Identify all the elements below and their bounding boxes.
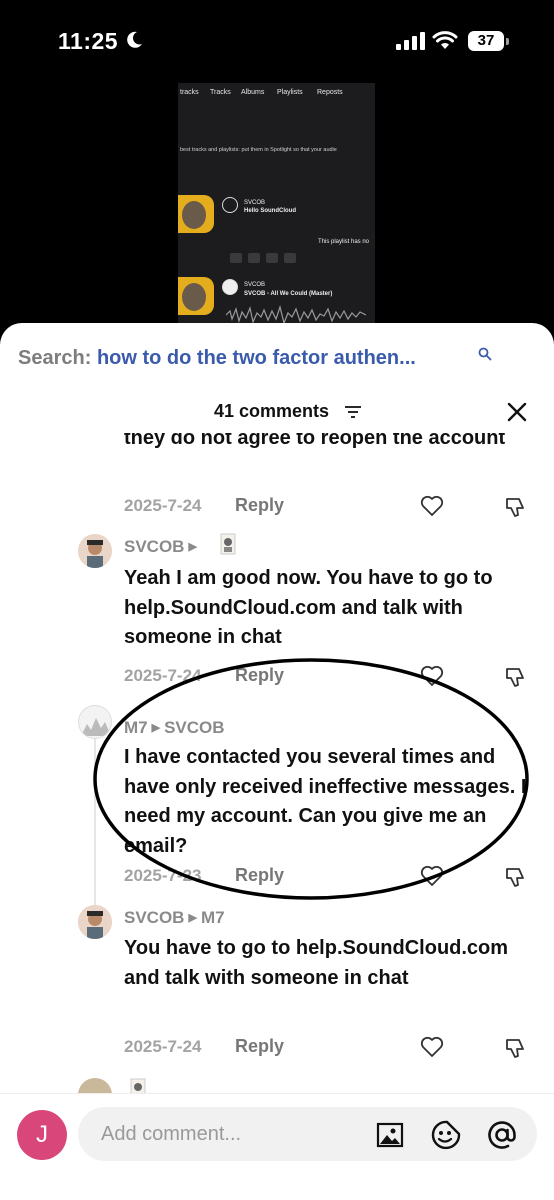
sticker-icon — [220, 533, 236, 555]
clock: 11:25 — [58, 28, 119, 54]
avatar[interactable] — [78, 905, 112, 939]
dislike-icon[interactable] — [504, 1036, 528, 1060]
filter-icon[interactable] — [344, 405, 362, 419]
reply-button[interactable]: Reply — [235, 495, 284, 516]
video-tab: Tracks — [210, 89, 231, 96]
comment-input[interactable] — [78, 1107, 537, 1161]
track-status-icon — [222, 197, 238, 213]
avatar[interactable] — [78, 1078, 112, 1093]
track-user: SVCOB — [244, 282, 266, 288]
share-icon — [266, 253, 278, 263]
comments-count: 41 comments — [214, 401, 330, 421]
track-artwork — [178, 277, 214, 315]
playlist-note: This playlist has no — [318, 239, 370, 245]
wifi-icon — [432, 31, 458, 49]
heart-icon[interactable] — [420, 1036, 444, 1058]
comment-text: Yeah I am good now. You have to go to he… — [124, 567, 493, 648]
mention-icon[interactable] — [486, 1119, 518, 1151]
search-icon[interactable] — [478, 347, 492, 361]
video-tab: Albums — [241, 89, 265, 96]
reply-button[interactable]: Reply — [235, 1036, 284, 1057]
track-title: SVCOB - All We Could (Master) — [244, 291, 333, 297]
username[interactable]: SVCOB — [124, 908, 184, 927]
comment-text: they do not agree to reopen the account — [124, 433, 506, 449]
track-user: SVCOB — [244, 200, 266, 206]
play-icon — [222, 279, 238, 295]
image-icon[interactable] — [376, 1122, 404, 1148]
signal-icon — [396, 32, 425, 50]
video-thumbnail[interactable]: tracks Tracks Albums Playlists Reposts b… — [178, 83, 375, 328]
video-tabs: tracks Tracks Albums Playlists Reposts — [178, 89, 375, 103]
status-bar: 11:25 37 — [0, 0, 554, 80]
battery-icon: 37 — [468, 31, 510, 51]
avatar[interactable] — [78, 534, 112, 568]
comment-user[interactable]: SVCOB ▶ M7 — [124, 908, 225, 928]
search-prefix: Search: — [18, 347, 92, 369]
list-icon — [248, 253, 260, 263]
comment-user[interactable]: SVCOB ▶ — [124, 537, 201, 557]
comment-date: 2025-7-24 — [124, 496, 202, 515]
edit-icon — [230, 253, 242, 263]
annotation-ellipse — [93, 658, 529, 900]
video-spotlight-text: best tracks and playlists: put them in S… — [180, 147, 337, 153]
dislike-icon[interactable] — [504, 495, 528, 519]
heart-icon[interactable] — [420, 495, 444, 517]
reply-to-user[interactable]: M7 — [201, 908, 225, 927]
close-icon[interactable] — [506, 401, 528, 423]
battery-level: 37 — [468, 31, 504, 51]
track-title: Hello SoundCloud — [244, 208, 296, 214]
search-suggestion[interactable]: Search: how to do the two factor authen.… — [18, 347, 416, 370]
username[interactable]: SVCOB — [124, 537, 184, 556]
search-query[interactable]: how to do the two factor authen... — [97, 347, 416, 369]
moon-icon — [127, 31, 142, 48]
comment-composer: J — [0, 1093, 554, 1200]
track-artwork — [178, 195, 214, 233]
comment-date: 2025-7-24 — [124, 1037, 202, 1056]
video-tab: tracks — [180, 89, 199, 96]
delete-icon — [284, 253, 296, 263]
video-tab: Playlists — [277, 89, 303, 96]
sticker-icon — [130, 1078, 146, 1093]
emoji-icon[interactable] — [430, 1120, 462, 1150]
waveform — [226, 305, 366, 325]
video-tab: Reposts — [317, 89, 343, 96]
user-avatar[interactable]: J — [17, 1110, 67, 1160]
comment-text: You have to go to help.SoundCloud.com an… — [124, 937, 509, 989]
